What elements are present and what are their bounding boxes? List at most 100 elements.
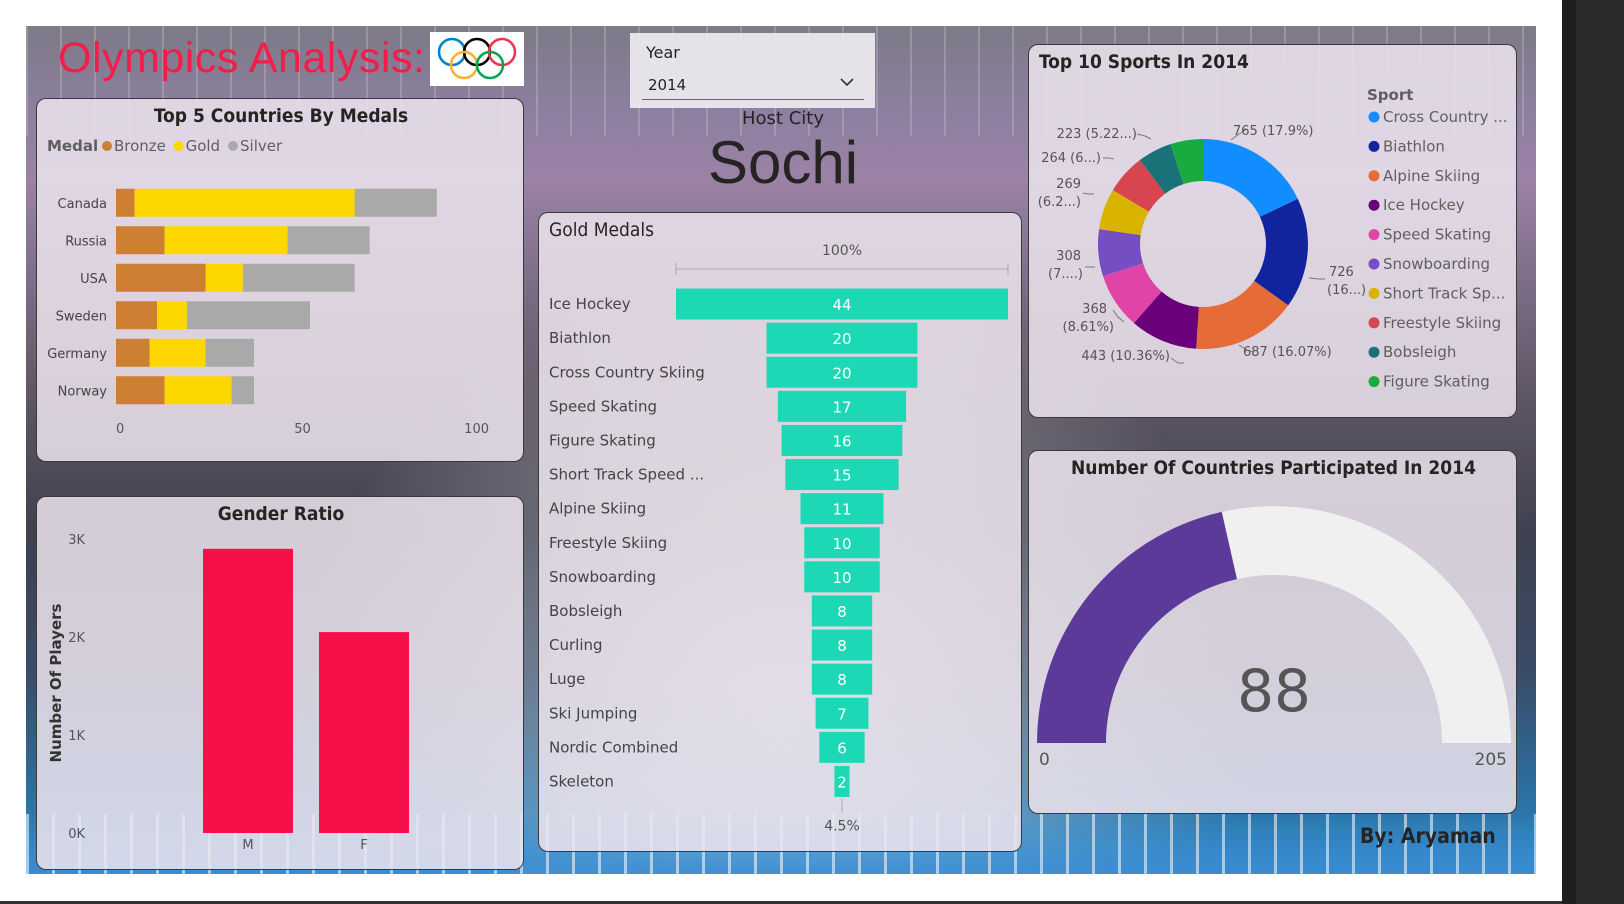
author-byline: By: Aryaman xyxy=(1360,824,1496,848)
legend-item: Figure Skating xyxy=(1383,373,1490,391)
data-label: 308 xyxy=(1056,249,1081,264)
bar-gold-sweden xyxy=(157,301,187,330)
data-label: 687 (16.07%) xyxy=(1243,345,1332,360)
y-tick-label: Canada xyxy=(58,197,107,212)
top-countries-card[interactable]: Top 5 Countries By Medals Medal Bronze Gol… xyxy=(36,98,524,462)
bar-silver-usa xyxy=(242,263,355,292)
data-label: 765 (17.9%) xyxy=(1233,124,1313,139)
y-tick-label: 2K xyxy=(68,631,85,646)
data-label: 264 (6...) xyxy=(1041,151,1101,166)
funnel-value-label: 15 xyxy=(832,467,851,485)
funnel-category-label: Ice Hockey xyxy=(549,295,631,313)
legend-item: Cross Country ... xyxy=(1383,108,1508,126)
funnel-category-label: Curling xyxy=(549,636,603,654)
y-tick-label: Norway xyxy=(58,384,108,399)
x-tick-label: F xyxy=(360,838,367,853)
funnel-value-label: 20 xyxy=(832,364,851,382)
legend-swatch-bronze xyxy=(102,141,112,151)
countries-gauge-card[interactable]: Number Of Countries Participated In 2014… xyxy=(1028,450,1517,814)
data-label: 368 xyxy=(1082,302,1107,317)
countries-gauge-chart: 88 0 205 xyxy=(1037,506,1511,770)
gender-ratio-chart: 0K 1K 2K 3K Number Of Players M F xyxy=(47,533,409,853)
legend-item-silver: Silver xyxy=(240,137,283,155)
y-tick-label: Sweden xyxy=(56,309,107,324)
x-tick-label: 0 xyxy=(116,422,124,437)
legend-swatch xyxy=(1368,317,1380,329)
host-city-value: Sochi xyxy=(707,129,859,196)
data-label: 223 (5.22...) xyxy=(1057,127,1137,142)
legend-swatch xyxy=(1368,376,1380,388)
legend-item-bronze: Bronze xyxy=(114,137,166,155)
funnel-value-label: 44 xyxy=(832,296,851,314)
funnel-value-label: 11 xyxy=(832,501,851,519)
gauge-min-label: 0 xyxy=(1039,750,1050,770)
funnel-category-label: Alpine Skiing xyxy=(549,500,646,518)
legend-item: Biathlon xyxy=(1383,137,1445,155)
bar-gold-usa xyxy=(205,263,243,292)
bar-gold-germany xyxy=(149,338,206,367)
data-label-leader xyxy=(1136,133,1152,140)
funnel-category-label: Short Track Speed ... xyxy=(549,466,704,484)
data-label-leader xyxy=(1103,157,1115,160)
legend-item-gold: Gold xyxy=(186,137,221,155)
bar-bronze-canada xyxy=(116,188,135,217)
funnel-category-label: Figure Skating xyxy=(549,431,656,449)
legend-swatch xyxy=(1368,170,1380,182)
legend-item: Alpine Skiing xyxy=(1383,167,1480,185)
scrollbar-track[interactable] xyxy=(1562,0,1576,904)
funnel-value-label: 8 xyxy=(837,671,847,689)
legend-item: Snowboarding xyxy=(1383,255,1490,273)
bar-m xyxy=(203,548,293,833)
legend-item: Speed Skating xyxy=(1383,226,1491,244)
data-label: (7....) xyxy=(1048,267,1083,282)
funnel-category-label: Freestyle Skiing xyxy=(549,534,667,552)
bar-bronze-usa xyxy=(116,263,206,292)
top-sports-chart: Sport Cross Country ... Biathlon Alpine Ski… xyxy=(1038,86,1508,391)
gold-medals-chart: 100% Ice Hockey 44 Biathlon 20 Cross Country … xyxy=(549,243,1009,835)
bar-silver-canada xyxy=(354,188,437,217)
bar-gold-russia xyxy=(164,226,288,255)
year-dropdown[interactable]: 2014 xyxy=(642,70,864,100)
funnel-category-label: Cross Country Skiing xyxy=(549,363,705,381)
gender-ratio-card[interactable]: Gender Ratio 0K 1K 2K 3K Number Of Players M F xyxy=(36,496,524,870)
data-label-leader xyxy=(1170,357,1184,364)
funnel-category-label: Bobsleigh xyxy=(549,602,622,620)
gauge-max-label: 205 xyxy=(1475,750,1507,770)
funnel-category-label: Biathlon xyxy=(549,329,611,347)
funnel-value-label: 2 xyxy=(837,773,847,791)
funnel-value-label: 10 xyxy=(832,569,851,587)
top-sports-card[interactable]: Top 10 Sports In 2014 Sport Cross Country… xyxy=(1028,44,1517,418)
bar-f xyxy=(319,632,409,833)
data-label: (8.61%) xyxy=(1063,320,1114,335)
funnel-value-label: 17 xyxy=(832,398,851,416)
funnel-value-label: 8 xyxy=(837,637,847,655)
top-countries-chart: Medal Bronze Gold Silver Canada Russia USA Swed… xyxy=(47,137,489,437)
legend-swatch xyxy=(1368,140,1380,152)
gauge-fill xyxy=(1037,511,1237,743)
bar-silver-sweden xyxy=(186,301,310,330)
bar-silver-norway xyxy=(231,376,255,405)
legend-swatch-gold xyxy=(173,141,184,151)
legend-swatch xyxy=(1368,199,1380,211)
data-label-leader xyxy=(1082,192,1094,195)
funnel-value-label: 16 xyxy=(832,432,851,450)
funnel-value-label: 7 xyxy=(837,705,847,723)
donut-slice xyxy=(1203,139,1298,217)
funnel-value-label: 8 xyxy=(837,603,847,621)
x-tick-label: M xyxy=(242,838,253,853)
chevron-down-icon[interactable] xyxy=(838,73,856,95)
funnel-category-label: Speed Skating xyxy=(549,397,657,415)
gold-medals-card[interactable]: Gold Medals 100% Ice Hockey 44 Biathlon 20 Cr… xyxy=(538,212,1022,852)
legend-title: Medal xyxy=(47,137,98,155)
y-tick-label: USA xyxy=(80,272,107,287)
bar-silver-russia xyxy=(287,226,370,255)
y-tick-label: 3K xyxy=(68,533,85,548)
host-city-label: Host City xyxy=(742,108,824,129)
data-label: (6.2...) xyxy=(1038,195,1081,210)
funnel-category-label: Snowboarding xyxy=(549,568,656,586)
legend-item: Bobsleigh xyxy=(1383,343,1456,361)
y-tick-label: Germany xyxy=(47,347,107,362)
year-dropdown-value: 2014 xyxy=(648,76,687,94)
data-label: 443 (10.36%) xyxy=(1081,349,1170,364)
funnel-value-label: 10 xyxy=(832,535,851,553)
